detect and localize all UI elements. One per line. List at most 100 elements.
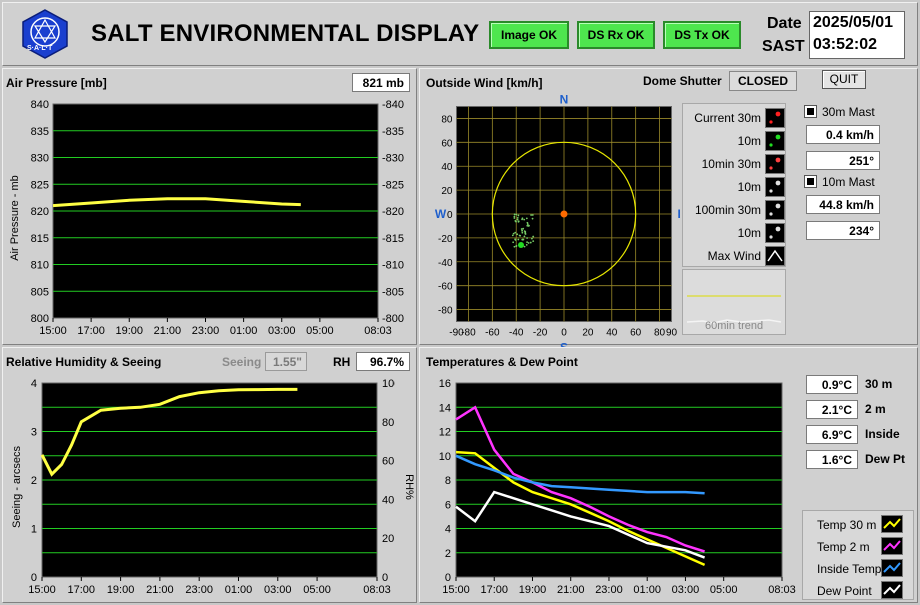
x-tick-label: 17:00 (68, 584, 96, 596)
x-tick-label: 17:00 (480, 584, 508, 596)
x-tick-label: 23:00 (595, 584, 623, 596)
x-tick-label: 05:00 (306, 325, 334, 337)
x-tick-label: 03:00 (672, 584, 700, 596)
x-tick-label: 23:00 (192, 325, 220, 337)
time-value: 03:52:02 (813, 36, 878, 53)
pressure-value: 821 mb (352, 73, 410, 92)
wind-history-point (520, 228, 523, 230)
temp-reading-value: 0.9°C (806, 375, 858, 394)
wind-current-10m-point (518, 242, 524, 249)
rh-axis-label: RH% (403, 474, 415, 500)
wind-history-point (529, 241, 532, 244)
ds-rx-ok-status: DS Rx OK (577, 21, 655, 49)
y2-tick-label: 0 (382, 572, 388, 584)
wind-y-tick-label: 60 (441, 138, 453, 149)
wind-history-point (531, 237, 533, 240)
y2-tick-label: -800 (382, 313, 404, 325)
y-tick-label: 840 (31, 99, 49, 111)
wind-history-point (518, 234, 521, 237)
date-label: Date (767, 15, 802, 32)
wind-x-tick-label: 90 (666, 328, 678, 339)
dome-shutter-label: Dome Shutter (643, 74, 722, 88)
y-tick-label: 2 (31, 475, 37, 487)
wind-history-point (526, 241, 528, 244)
wind-history-point (530, 214, 532, 216)
temp-legend-label: Temp 30 m (817, 518, 877, 532)
quit-button[interactable]: QUIT (822, 70, 866, 89)
y-tick-label: 4 (445, 524, 451, 536)
header-bar: S·A·L·T SALT ENVIRONMENTAL DISPLAY Image… (2, 2, 918, 66)
x-tick-label: 15:00 (39, 325, 67, 337)
y-tick-label: 12 (439, 427, 451, 439)
x-tick-label: 15:00 (28, 584, 56, 596)
mast30-checkbox[interactable] (804, 105, 817, 118)
temp-legend-label: Temp 2 m (817, 540, 870, 554)
y-tick-label: 0 (31, 572, 37, 584)
pressure-panel: Air Pressure [mb] 821 mb Air Pressure - … (2, 68, 417, 345)
temps-chart: 15:00 17:00 19:00 21:00 23:00 01:00 03:00 05:00… (439, 378, 796, 596)
rh-value: 96.7% (356, 352, 410, 371)
humidity-title: Relative Humidity & Seeing (6, 355, 162, 369)
x-tick-label: 01:00 (230, 325, 258, 337)
y2-tick-label: -820 (382, 206, 404, 218)
wind-current-30m-point (560, 210, 568, 218)
wind-history-point (532, 235, 535, 238)
y-tick-label: 835 (31, 126, 49, 138)
wind-history-point (531, 214, 534, 216)
mast10-checkbox[interactable] (804, 175, 817, 188)
wind-history-point (514, 239, 517, 241)
temp-legend-label: Inside Temp (817, 562, 882, 576)
wind-legend-label: Max Wind (707, 249, 761, 263)
wind-x-tick-label: 0 (561, 328, 567, 339)
y-tick-label: 3 (31, 427, 37, 439)
wind-history-point (522, 227, 525, 230)
y-tick-label: 4 (31, 378, 37, 390)
wind-legend-swatch (765, 154, 785, 174)
humidity-panel: Relative Humidity & Seeing Seeing 1.55" … (2, 347, 417, 603)
pressure-chart: 15:00 17:00 19:00 21:00 23:00 01:00 03:00 05:00… (31, 99, 404, 337)
y-tick-label: 830 (31, 153, 49, 165)
x-tick-label: 19:00 (519, 584, 547, 596)
wind-history-point (523, 245, 526, 248)
salt-logo: S·A·L·T (19, 8, 71, 60)
wind-history-point (513, 215, 516, 218)
wind-history-point (513, 217, 516, 219)
wind-trend-panel: 60min trend (682, 269, 786, 335)
wind-y-tick-label: -40 (438, 258, 453, 269)
wind-x-tick-label: -80 (461, 328, 476, 339)
wind-y-tick-label: 20 (441, 186, 453, 197)
x-tick-label: 08:03 (363, 584, 391, 596)
temp-legend-swatch (881, 537, 903, 555)
y-tick-label: 0 (445, 572, 451, 584)
wind-history-point (516, 216, 519, 219)
logo-text: S·A·L·T (27, 45, 53, 52)
y-tick-label: 14 (439, 402, 451, 414)
wind-history-point (511, 234, 514, 237)
wind-legend-label: 10m (737, 134, 761, 148)
temps-title: Temperatures & Dew Point (426, 355, 578, 369)
rh-label: RH (333, 355, 351, 369)
y2-tick-label: -835 (382, 126, 404, 138)
x-tick-label: 03:00 (268, 325, 296, 337)
app-title: SALT ENVIRONMENTAL DISPLAY (91, 20, 480, 47)
seeing-value: 1.55" (265, 352, 307, 371)
y-tick-label: 10 (439, 451, 451, 463)
y2-tick-label: -805 (382, 286, 404, 298)
temp-reading-value: 1.6°C (806, 450, 858, 469)
wind-history-point (524, 230, 527, 233)
wind-legend: Current 30m 10m 10min 30m 10m 100min 30m 10m M… (682, 103, 786, 267)
wind-history-point (521, 238, 524, 241)
wind-history-point (521, 229, 523, 232)
wind-x-tick-label: 40 (606, 328, 618, 339)
wind-x-tick-label: -20 (533, 328, 548, 339)
wind-history-point (516, 233, 519, 236)
wind-legend-swatch (765, 131, 785, 151)
y-tick-label: 815 (31, 233, 49, 245)
x-tick-label: 05:00 (303, 584, 331, 596)
wind-x-tick-label: 20 (582, 328, 594, 339)
wind-trend-label: 60min trend (705, 320, 764, 332)
wind-history-point (512, 241, 515, 244)
seeing-axis-label: Seeing - arcsecs (11, 446, 23, 528)
wind-history-point (517, 238, 520, 241)
wind-x-tick-label: -60 (485, 328, 500, 339)
